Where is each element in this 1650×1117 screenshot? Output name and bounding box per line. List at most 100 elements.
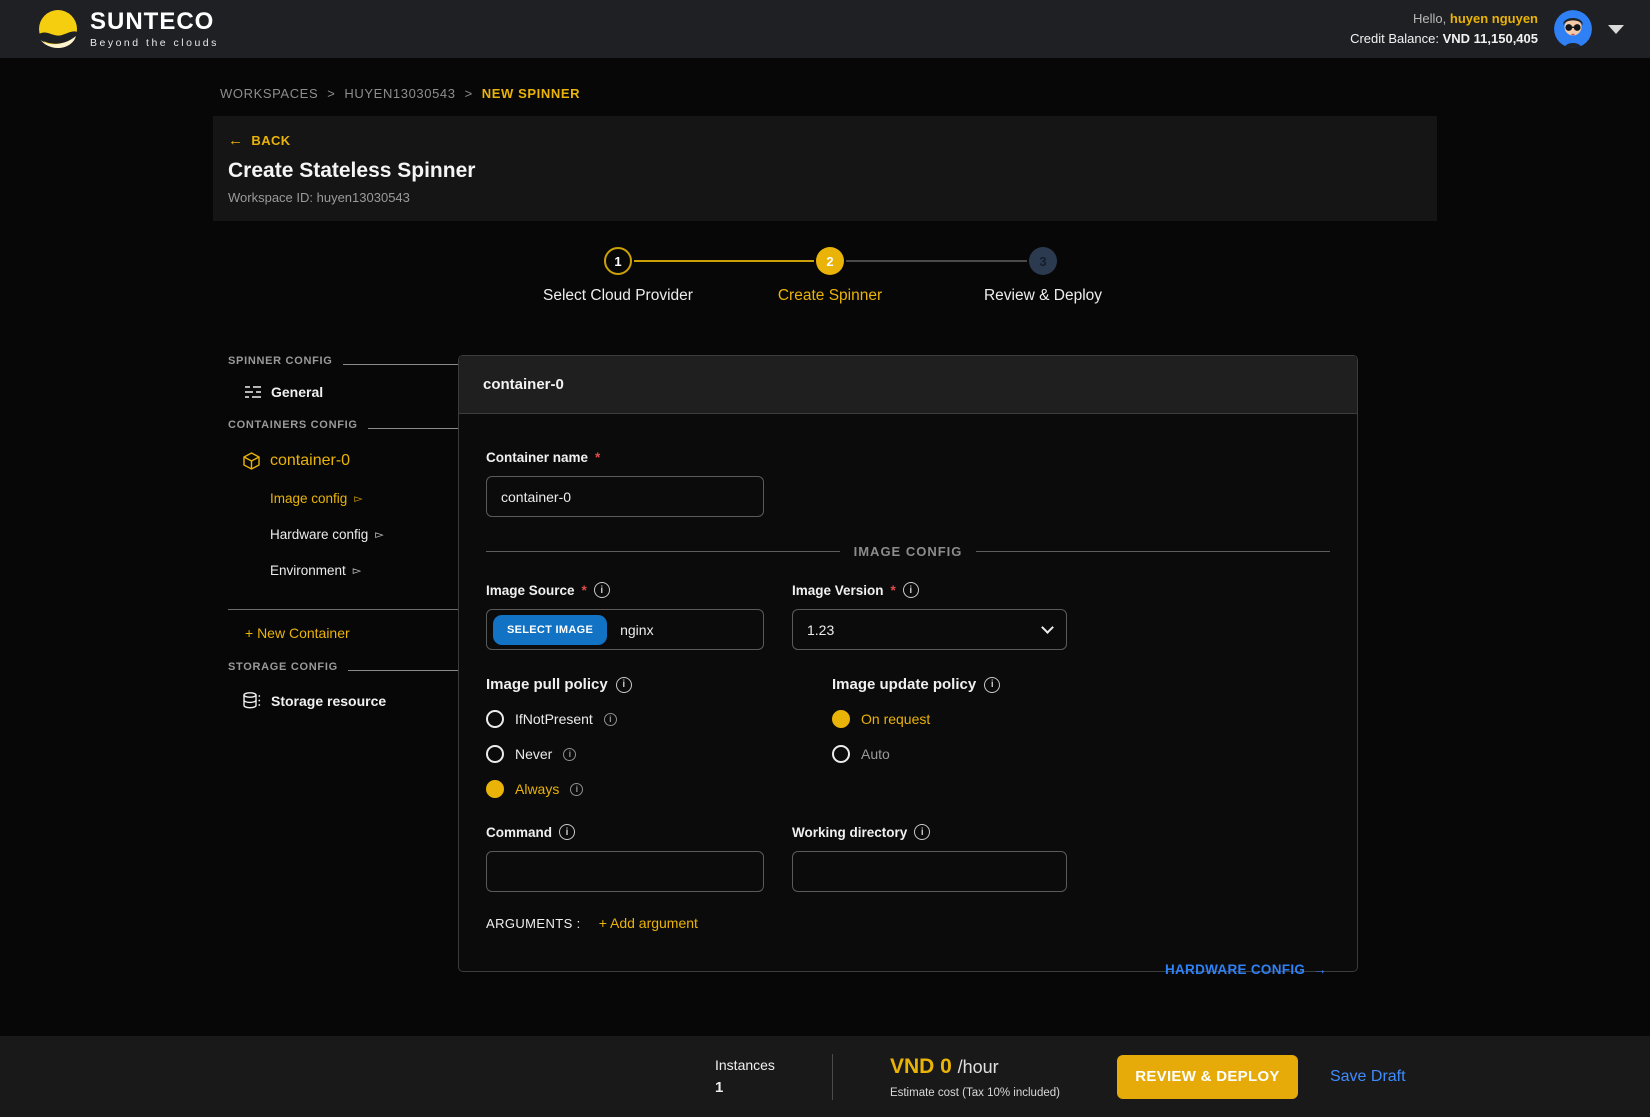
image-pull-policy-group: Image pull policy i IfNotPresent i Never… <box>486 676 764 798</box>
info-icon[interactable]: i <box>984 677 1000 693</box>
greeting-prefix: Hello, <box>1413 11 1446 26</box>
arguments-label: ARGUMENTS : <box>486 916 581 931</box>
sidebar-item-storage-resource[interactable]: Storage resource <box>243 692 458 709</box>
step-select-cloud-provider[interactable]: 1 Select Cloud Provider <box>503 247 733 305</box>
chevron-right-icon: ▻ <box>375 528 383 541</box>
step-label: Create Spinner <box>778 287 882 305</box>
step-label: Review & Deploy <box>984 287 1102 305</box>
footer-divider <box>832 1054 833 1100</box>
image-source-value: nginx <box>620 622 653 638</box>
sidebar-item-hardware-config[interactable]: Hardware config ▻ <box>270 527 458 542</box>
sidebar-item-label: Image config <box>270 491 347 506</box>
brand-tagline: Beyond the clouds <box>90 37 219 49</box>
working-directory-label: Working directory i <box>792 824 1067 840</box>
step-review-deploy[interactable]: 3 Review & Deploy <box>928 247 1158 305</box>
image-source-label: Image Source * i <box>486 582 764 598</box>
required-asterisk: * <box>595 450 600 465</box>
cost-block: VND 0 /hour Estimate cost (Tax 10% inclu… <box>890 1055 1060 1099</box>
step-circle: 3 <box>1029 247 1057 275</box>
containers-config-label: CONTAINERS CONFIG <box>228 419 358 431</box>
command-label: Command i <box>486 824 764 840</box>
breadcrumb-workspaces[interactable]: WORKSPACES <box>220 86 318 101</box>
sidebar-item-general[interactable]: General <box>245 384 458 400</box>
arrow-right-icon: → <box>1313 962 1327 977</box>
radio-on-request[interactable]: On request <box>832 710 1067 728</box>
radio-never[interactable]: Never i <box>486 745 764 763</box>
back-label: BACK <box>251 133 290 148</box>
cost-amount: VND 0 /hour <box>890 1055 1060 1079</box>
add-argument-button[interactable]: + Add argument <box>599 915 698 931</box>
image-version-value: 1.23 <box>807 622 834 638</box>
brand: SUNTECO Beyond the clouds <box>38 9 219 49</box>
card-header: container-0 <box>459 356 1357 414</box>
working-directory-input[interactable] <box>792 851 1067 892</box>
image-config-section-title: IMAGE CONFIG <box>854 544 963 559</box>
containers-config-section-label: CONTAINERS CONFIG <box>228 419 458 431</box>
page-header-panel: ← BACK Create Stateless Spinner Workspac… <box>213 116 1437 221</box>
step-create-spinner[interactable]: 2 Create Spinner <box>715 247 945 305</box>
avatar[interactable] <box>1554 10 1592 48</box>
container-name-input[interactable] <box>486 476 764 517</box>
credit-label: Credit Balance: <box>1350 31 1439 46</box>
cost-unit: /hour <box>958 1057 999 1077</box>
select-image-button[interactable]: SELECT IMAGE <box>493 615 607 645</box>
config-sidebar: SPINNER CONFIG General CONTAINERS CONFIG <box>213 355 458 972</box>
breadcrumb: WORKSPACES > HUYEN13030543 > NEW SPINNER <box>213 86 1437 101</box>
radio-always[interactable]: Always i <box>486 780 764 798</box>
back-arrow-icon: ← <box>228 133 243 148</box>
sidebar-item-environment[interactable]: Environment ▻ <box>270 563 458 578</box>
back-button[interactable]: ← BACK <box>228 133 291 148</box>
radio-icon <box>832 710 850 728</box>
required-asterisk: * <box>891 583 896 598</box>
image-version-select[interactable]: 1.23 <box>792 609 1067 650</box>
topbar: SUNTECO Beyond the clouds Hello, huyen n… <box>0 0 1650 58</box>
step-label: Select Cloud Provider <box>543 287 693 305</box>
radio-icon <box>486 710 504 728</box>
wizard-stepper: 1 Select Cloud Provider 2 Create Spinner… <box>213 247 1437 331</box>
image-update-policy-group: Image update policy i On request Auto <box>792 676 1067 798</box>
cost-footer: Instances 1 VND 0 /hour Estimate cost (T… <box>0 1036 1650 1117</box>
info-icon[interactable]: i <box>914 824 930 840</box>
command-input[interactable] <box>486 851 764 892</box>
sidebar-item-label: General <box>271 384 323 400</box>
user-meta: Hello, huyen nguyen Credit Balance: VND … <box>1350 9 1538 49</box>
chevron-right-icon: ▻ <box>353 564 361 577</box>
info-icon[interactable]: i <box>604 713 617 726</box>
brand-name: SUNTECO <box>90 10 219 34</box>
info-icon[interactable]: i <box>903 582 919 598</box>
new-container-button[interactable]: + New Container <box>245 625 458 641</box>
radio-ifnotpresent[interactable]: IfNotPresent i <box>486 710 764 728</box>
info-icon[interactable]: i <box>563 748 576 761</box>
sunteco-sun-logo-icon <box>38 9 78 49</box>
card-title: container-0 <box>483 376 564 393</box>
image-config-section-divider: IMAGE CONFIG <box>486 544 1330 559</box>
sidebar-item-container-0[interactable]: container-0 <box>243 452 458 470</box>
radio-auto[interactable]: Auto <box>832 745 1067 763</box>
info-icon[interactable]: i <box>559 824 575 840</box>
container-name-label: Container name * <box>486 450 1330 465</box>
info-icon[interactable]: i <box>570 783 583 796</box>
username: huyen nguyen <box>1450 11 1538 26</box>
storage-config-label: STORAGE CONFIG <box>228 661 338 673</box>
hardware-config-link[interactable]: HARDWARE CONFIG → <box>1165 962 1327 977</box>
image-pull-policy-label: Image pull policy i <box>486 676 764 693</box>
save-draft-button[interactable]: Save Draft <box>1330 1068 1406 1086</box>
info-icon[interactable]: i <box>616 677 632 693</box>
breadcrumb-workspace-id[interactable]: HUYEN13030543 <box>344 86 455 101</box>
radio-icon <box>486 745 504 763</box>
sidebar-item-label: Environment <box>270 563 346 578</box>
spinner-config-label: SPINNER CONFIG <box>228 355 333 367</box>
sidebar-item-label: Storage resource <box>271 693 386 709</box>
sidebar-item-image-config[interactable]: Image config ▻ <box>270 491 458 506</box>
info-icon[interactable]: i <box>594 582 610 598</box>
image-update-policy-label: Image update policy i <box>832 676 1067 693</box>
page-title: Create Stateless Spinner <box>228 159 1421 183</box>
required-asterisk: * <box>582 583 587 598</box>
greeting: Hello, huyen nguyen <box>1350 9 1538 29</box>
image-source-field: SELECT IMAGE nginx <box>486 609 764 650</box>
radio-icon <box>832 745 850 763</box>
container-config-card: container-0 Container name * IMAGE CONFI… <box>458 355 1358 972</box>
caret-down-icon[interactable] <box>1608 25 1624 34</box>
review-deploy-button[interactable]: REVIEW & DEPLOY <box>1117 1055 1298 1099</box>
breadcrumb-separator: > <box>465 86 473 101</box>
